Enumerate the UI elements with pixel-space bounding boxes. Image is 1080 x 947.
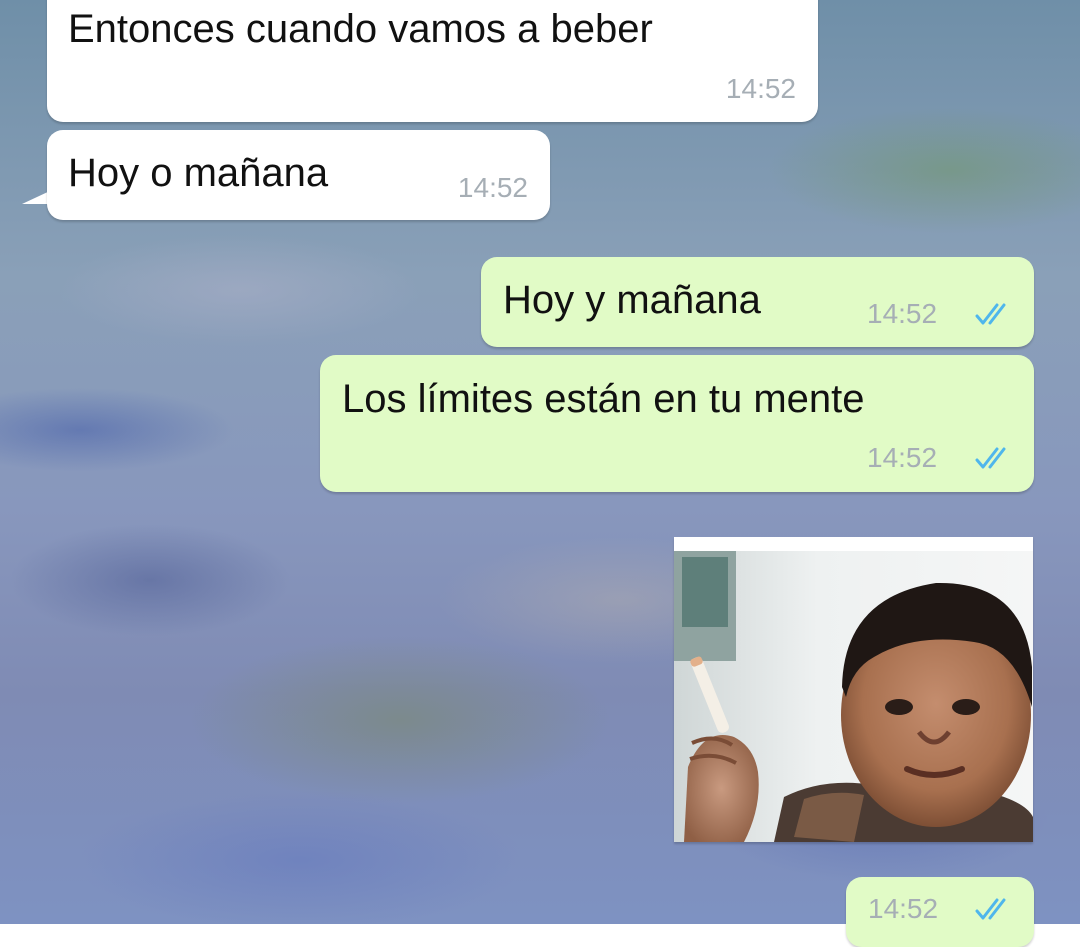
photo-image (674, 537, 1033, 842)
image-message[interactable] (674, 537, 1033, 842)
message-text: Hoy y mañana (503, 278, 761, 322)
message-bubble-outgoing[interactable]: Hoy y mañana 14:52 (481, 257, 1034, 347)
message-bubble-outgoing[interactable]: 14:52 (846, 877, 1034, 947)
message-bubble-incoming[interactable]: Hoy o mañana 14:52 (47, 130, 550, 220)
message-text: Los límites están en tu mente (342, 377, 865, 421)
message-time: 14:52 (867, 298, 938, 329)
message-time: 14:52 (868, 893, 939, 924)
message-time: 14:52 (725, 73, 796, 104)
message-text: Entonces cuando vamos a beber (68, 7, 653, 51)
double-check-icon (975, 303, 1006, 325)
double-check-icon (975, 447, 1006, 469)
message-text: Hoy o mañana (68, 151, 329, 195)
message-time: 14:52 (457, 172, 528, 203)
message-bubble-incoming[interactable]: Entonces cuando vamos a beber 14:52 (47, 0, 818, 122)
message-bubble-outgoing[interactable]: Los límites están en tu mente 14:52 (320, 355, 1034, 492)
double-check-icon (975, 898, 1006, 920)
message-time: 14:52 (867, 442, 938, 473)
